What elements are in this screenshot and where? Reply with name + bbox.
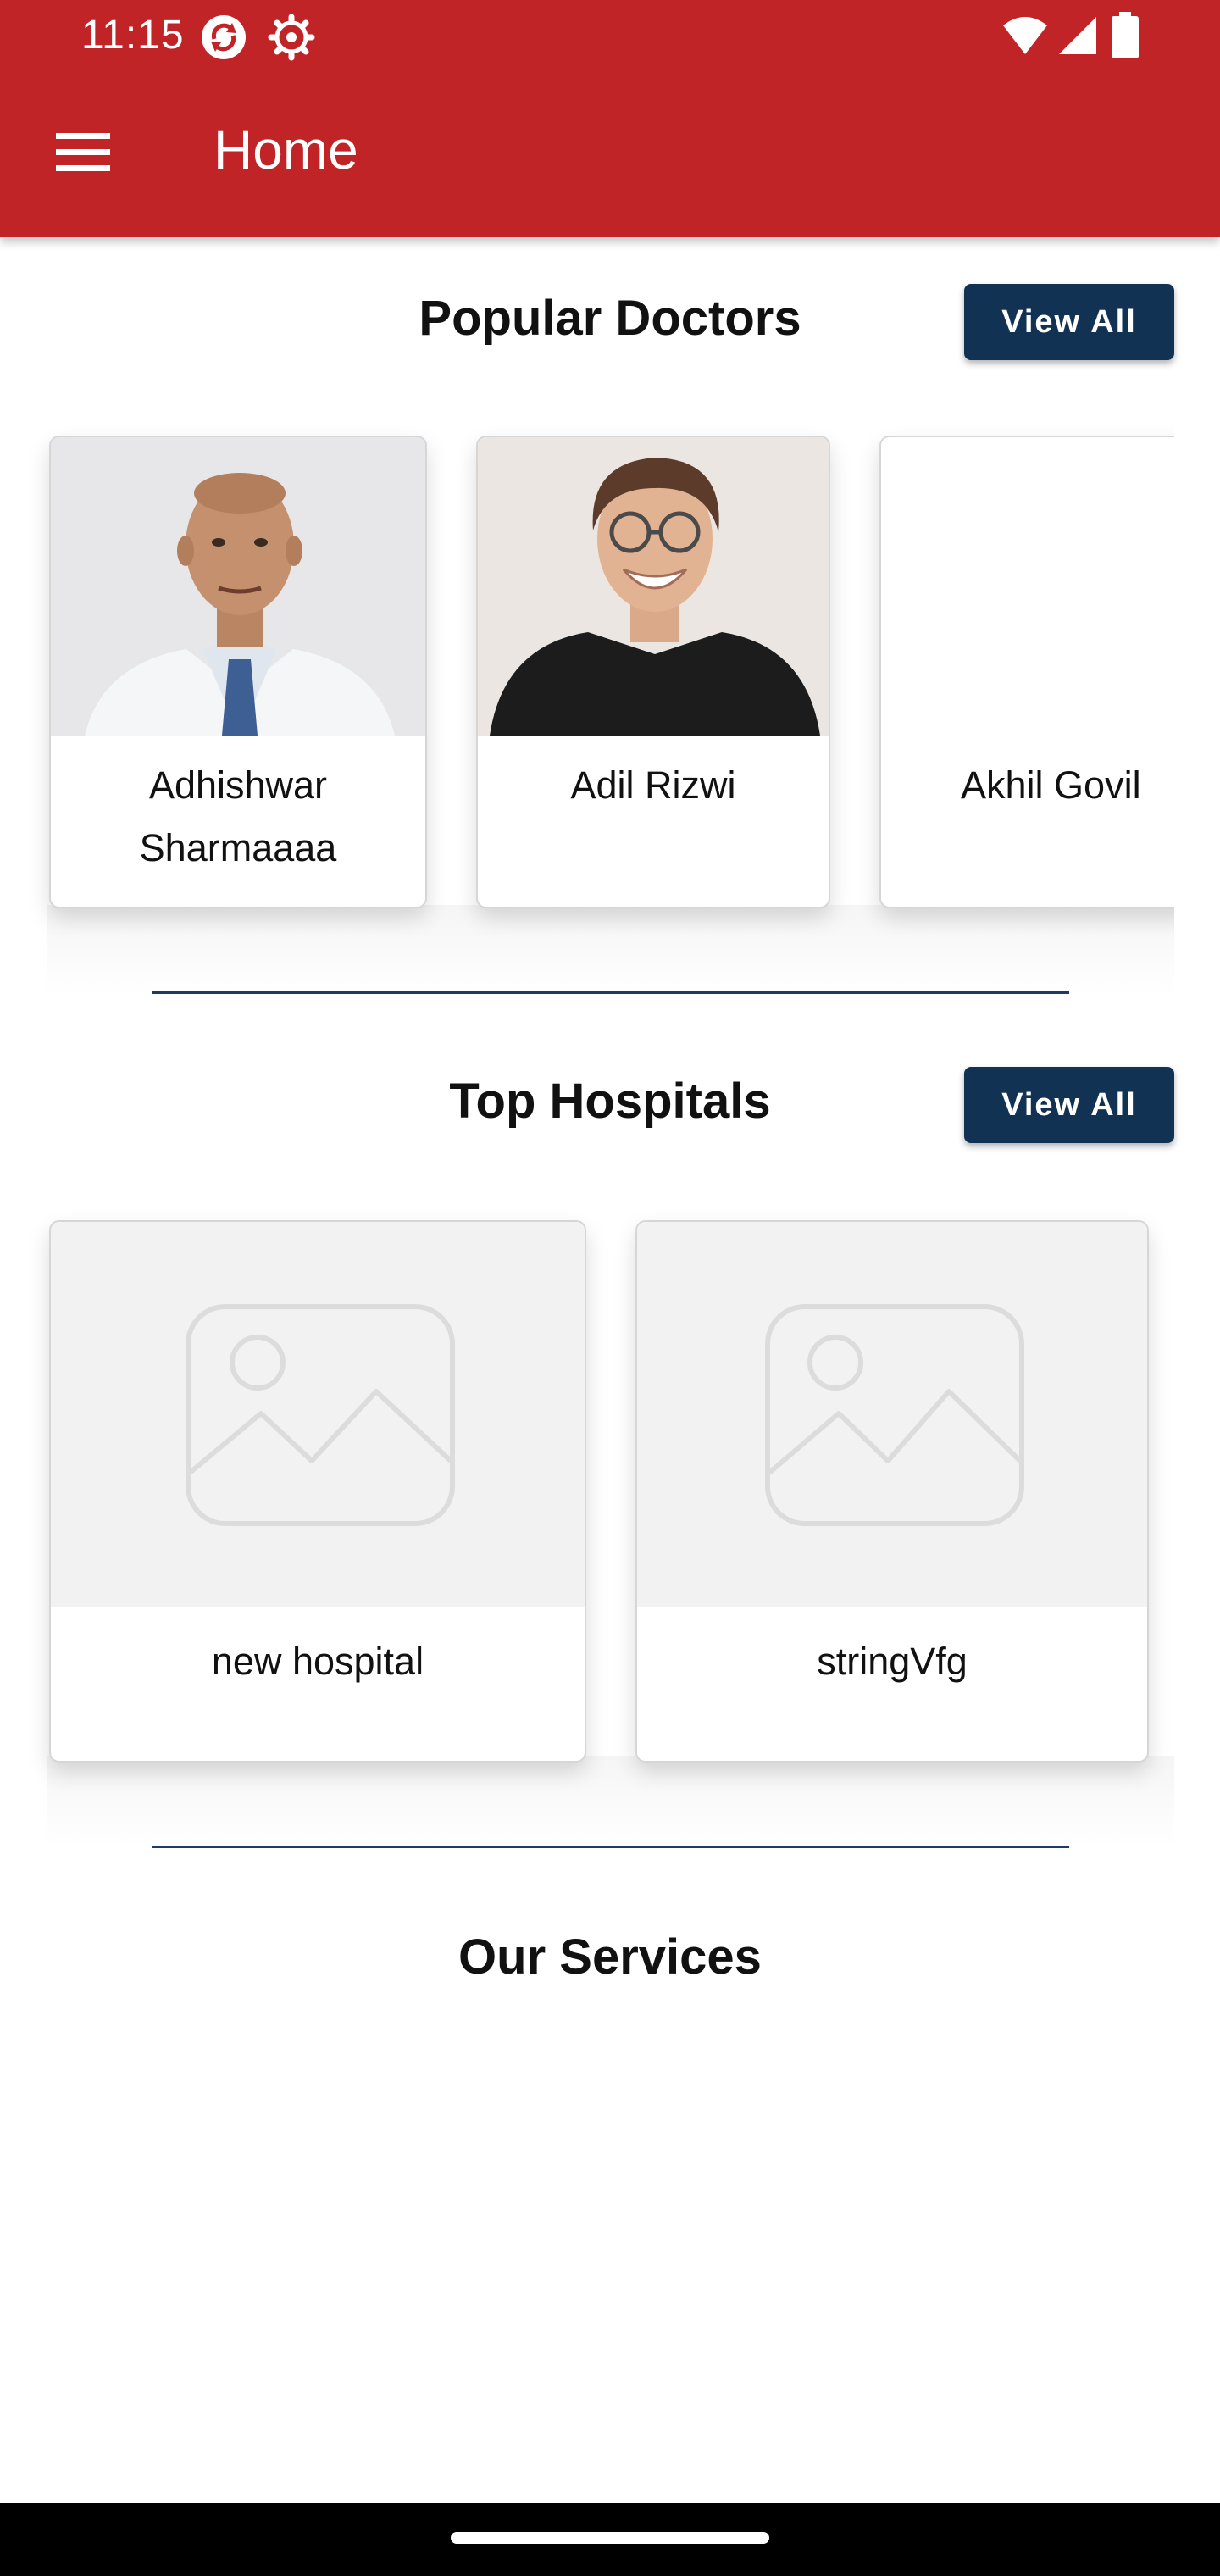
app-bar: 11:15 Home (0, 0, 1220, 237)
menu-button[interactable] (41, 112, 125, 197)
hospital-photo (637, 1222, 1147, 1607)
settings-gear-icon (268, 14, 315, 65)
image-placeholder-icon (764, 1303, 1025, 1531)
battery-icon (1110, 12, 1140, 64)
doctor-card[interactable]: Adil Rizwi (476, 436, 830, 908)
section-divider (152, 991, 1069, 994)
image-placeholder-icon (185, 1303, 456, 1531)
signal-icon (1057, 15, 1098, 60)
doctor-photo (51, 437, 425, 736)
hospital-name: stringVfg (817, 1640, 968, 1683)
doctor-name: Adhishwar Sharmaaaa (139, 763, 337, 869)
hamburger-menu-icon (56, 132, 110, 176)
hospital-card[interactable]: stringVfg (635, 1220, 1149, 1763)
hospital-card[interactable]: new hospital (49, 1220, 586, 1763)
doctor-carousel[interactable]: Adhishwar Sharmaaaa Adil Rizwi Akhil Gov… (0, 424, 1174, 966)
doctor-name: Akhil Govil (961, 763, 1141, 807)
doctor-card[interactable]: Adhishwar Sharmaaaa (49, 436, 427, 908)
doctor-photo (881, 437, 1174, 736)
view-all-doctors-button[interactable]: View All (964, 284, 1174, 360)
wifi-icon (1001, 17, 1049, 60)
sync-icon (200, 14, 247, 65)
view-all-hospitals-button[interactable]: View All (964, 1067, 1174, 1143)
system-nav-bar (0, 2503, 1220, 2576)
doctor-card[interactable]: Akhil Govil (879, 436, 1174, 908)
hospital-name: new hospital (211, 1640, 424, 1683)
home-screen: 11:15 Home Popular Doctors View All Adhi… (0, 0, 1220, 2576)
home-gesture-handle[interactable] (451, 2532, 769, 2544)
hospital-row-shade (47, 1756, 1174, 1849)
hospital-photo (51, 1222, 585, 1607)
status-time: 11:15 (81, 13, 185, 58)
section-divider (152, 1846, 1069, 1848)
doctor-photo (478, 437, 829, 736)
our-services-title: Our Services (458, 1929, 762, 1985)
doctor-name: Adil Rizwi (570, 763, 736, 807)
page-title: Home (214, 119, 358, 180)
